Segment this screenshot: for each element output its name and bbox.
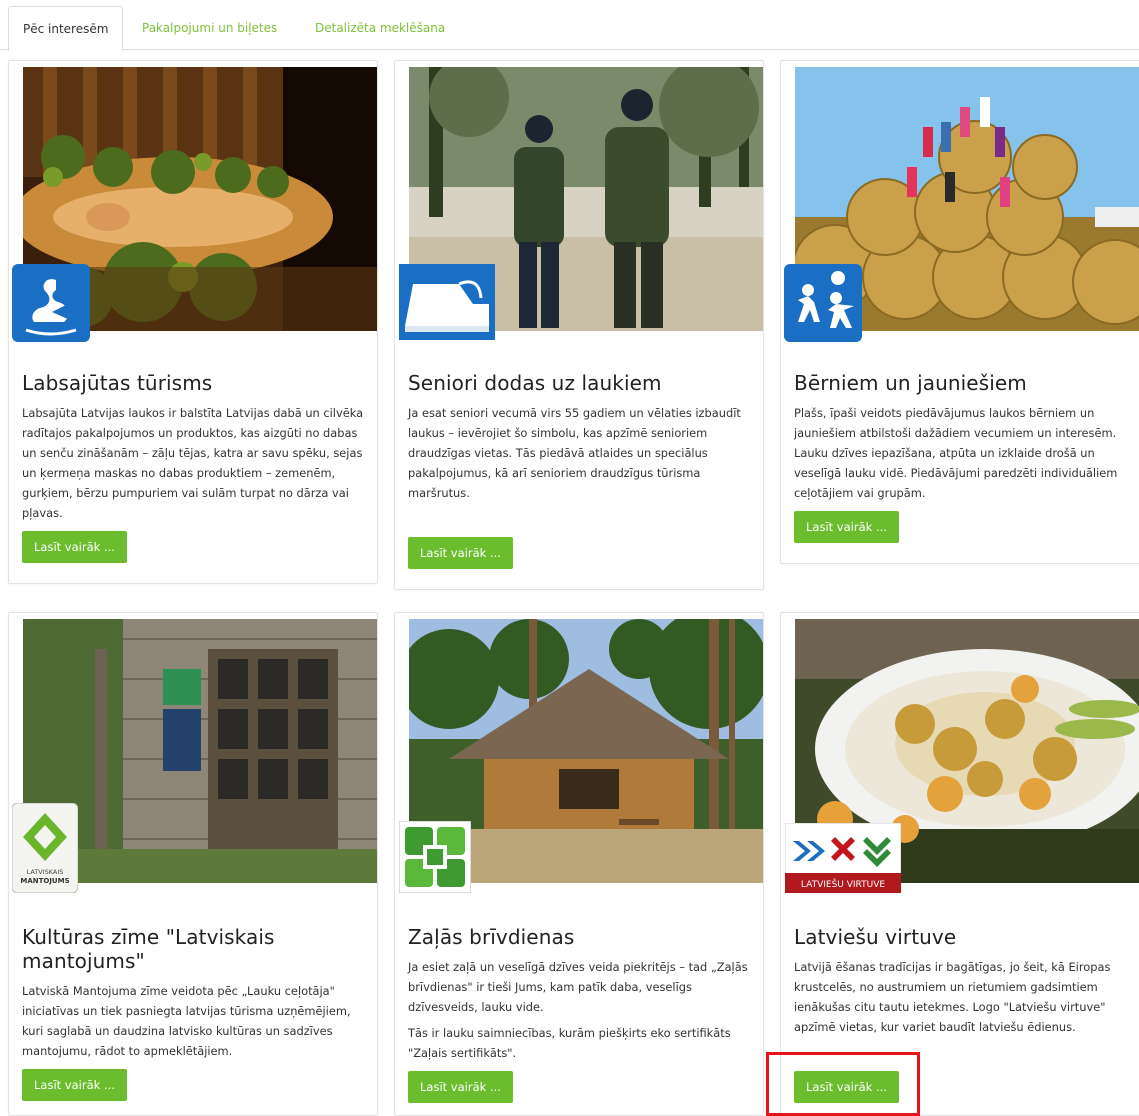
- cuisine-badge-label: LATVIEŠU VIRTUVE: [801, 878, 885, 890]
- card-latvian-cuisine: LATVIEŠU VIRTUVE Latviešu virtuve Latvij…: [780, 612, 1139, 1116]
- children-badge-icon: [784, 264, 862, 346]
- swan-badge-icon: [12, 264, 90, 346]
- heritage-badge-text-2: MANTOJUMS: [20, 877, 69, 885]
- read-more-button[interactable]: Lasīt vairāk ...: [22, 531, 127, 563]
- card-seniors: Seniori dodas uz laukiem Ja esat seniori…: [394, 60, 764, 590]
- read-more-button[interactable]: Lasīt vairāk ...: [408, 1071, 513, 1103]
- card-title: Labsajūtas tūrisms: [22, 371, 213, 395]
- tab-bar: Pēc interesēm Pakalpojumi un biļetes Det…: [0, 0, 1139, 51]
- card-description: Labsajūta Latvijas laukos ir balstīta La…: [22, 406, 364, 520]
- read-more-button[interactable]: Lasīt vairāk ...: [408, 537, 513, 569]
- seniors-badge-icon: [399, 264, 495, 344]
- tab-divider: [0, 49, 1139, 50]
- card-description: Ja esat seniori vecumā virs 55 gadiem un…: [408, 406, 741, 500]
- card-description: Latvijā ēšanas tradīcijas ir bagātīgas, …: [794, 960, 1111, 1034]
- tab-by-interests[interactable]: Pēc interesēm: [8, 6, 124, 51]
- card-description-paragraph-1: Ja esiet zaļā un veselīgā dzīves veida p…: [408, 960, 748, 1014]
- green-certificate-badge-icon: [398, 820, 472, 897]
- card-title: Seniori dodas uz laukiem: [408, 371, 662, 395]
- card-title: Bērniem un jauniešiem: [794, 371, 1027, 395]
- card-children: Bērniem un jauniešiem Plašs, īpaši veido…: [780, 60, 1139, 564]
- card-title: Zaļās brīvdienas: [408, 925, 575, 949]
- card-title: Latviešu virtuve: [794, 925, 957, 949]
- read-more-button[interactable]: Lasīt vairāk ...: [22, 1069, 127, 1101]
- card-green-holidays: Zaļās brīvdienas Ja esiet zaļā un veselī…: [394, 612, 764, 1116]
- tab-services-tickets[interactable]: Pakalpojumi un biļetes: [128, 6, 291, 49]
- tab-detailed-search[interactable]: Detalizēta meklēšana: [301, 6, 459, 49]
- read-more-button[interactable]: Lasīt vairāk ...: [794, 511, 899, 543]
- card-description: Latviskā Mantojuma zīme veidota pēc „Lau…: [22, 984, 351, 1058]
- heritage-badge-text-1: LATVISKAIS: [27, 868, 64, 876]
- card-description: Plašs, īpaši veidots piedāvājumus laukos…: [794, 406, 1118, 500]
- latvian-cuisine-badge-icon: LATVIEŠU VIRTUVE: [784, 822, 902, 897]
- card-description: Ja esiet zaļā un veselīgā dzīves veida p…: [408, 957, 753, 1069]
- card-description-paragraph-2: Tās ir lauku saimniecības, kurām piešķir…: [408, 1026, 731, 1060]
- card-title: Kultūras zīme "Latviskais mantojums": [22, 925, 275, 973]
- heritage-badge-icon: LATVISKAIS MANTOJUMS: [11, 802, 79, 897]
- card-heritage: LATVISKAIS MANTOJUMS Kultūras zīme "Latv…: [8, 612, 378, 1116]
- read-more-button[interactable]: Lasīt vairāk ...: [794, 1071, 899, 1103]
- card-wellness: Labsajūtas tūrisms Labsajūta Latvijas la…: [8, 60, 378, 584]
